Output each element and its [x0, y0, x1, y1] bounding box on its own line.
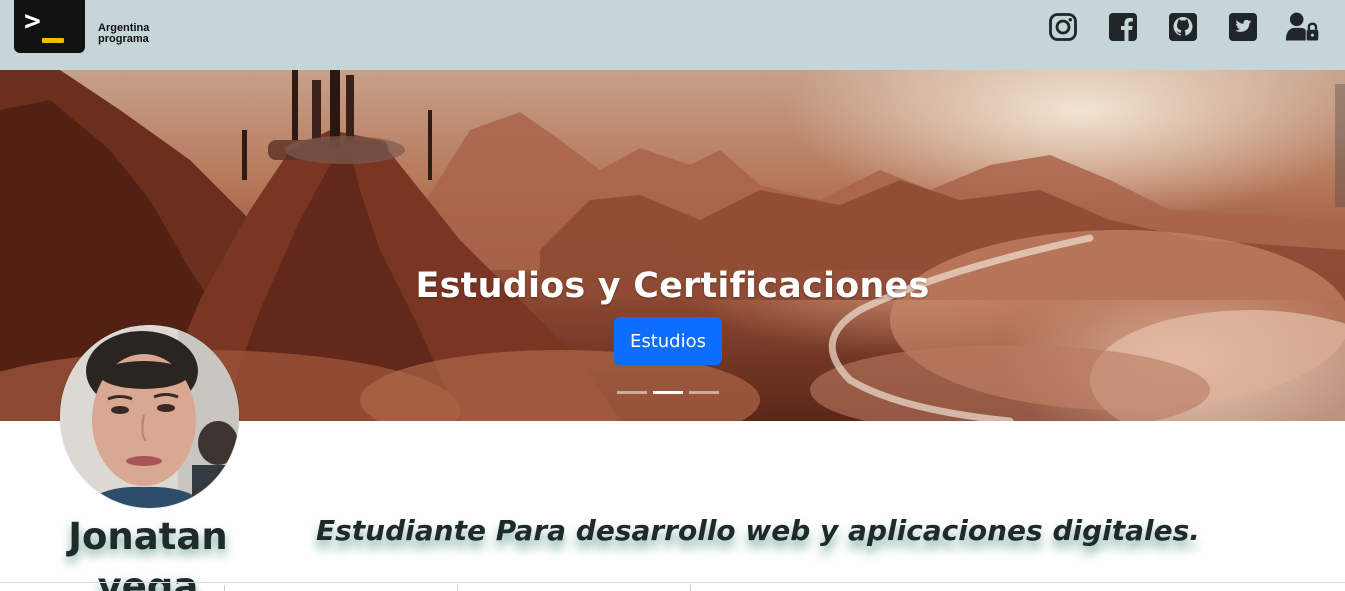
instagram-icon[interactable]: [1045, 10, 1081, 44]
top-navbar: > Argentina programa: [0, 0, 1345, 70]
profile-photo: [60, 325, 239, 508]
social-links: [1045, 10, 1321, 44]
divider-tick: [457, 585, 458, 591]
divider-tick: [690, 585, 691, 591]
section-divider: [0, 582, 1345, 583]
user-lock-icon[interactable]: [1285, 10, 1321, 44]
profile-name: Jonatan vega: [68, 515, 228, 591]
divider-tick: [224, 585, 225, 591]
carousel-scroll-handle[interactable]: [1335, 84, 1345, 207]
logo-wordmark: Argentina programa: [98, 23, 168, 45]
facebook-icon[interactable]: [1105, 10, 1141, 44]
carousel-indicator-1[interactable]: [617, 391, 647, 394]
logo-cursor-mark: [42, 38, 64, 43]
logo-prompt-glyph: >: [24, 4, 41, 37]
twitter-icon[interactable]: [1225, 10, 1261, 44]
carousel-caption-title: Estudios y Certificaciones: [415, 266, 930, 306]
portfolio-page: > Argentina programa Estudios y Certific…: [0, 0, 1345, 591]
carousel-indicator-3[interactable]: [689, 391, 719, 394]
logo-line-2: programa: [98, 33, 149, 45]
argentina-programa-logo[interactable]: >: [14, 0, 85, 53]
github-icon[interactable]: [1165, 10, 1201, 44]
carousel-indicators: [617, 391, 719, 394]
carousel-indicator-2[interactable]: [653, 391, 683, 394]
profile-tagline: Estudiante Para desarrollo web y aplicac…: [316, 514, 1200, 547]
profile-avatar: [60, 325, 239, 508]
estudios-button[interactable]: Estudios: [614, 317, 722, 365]
